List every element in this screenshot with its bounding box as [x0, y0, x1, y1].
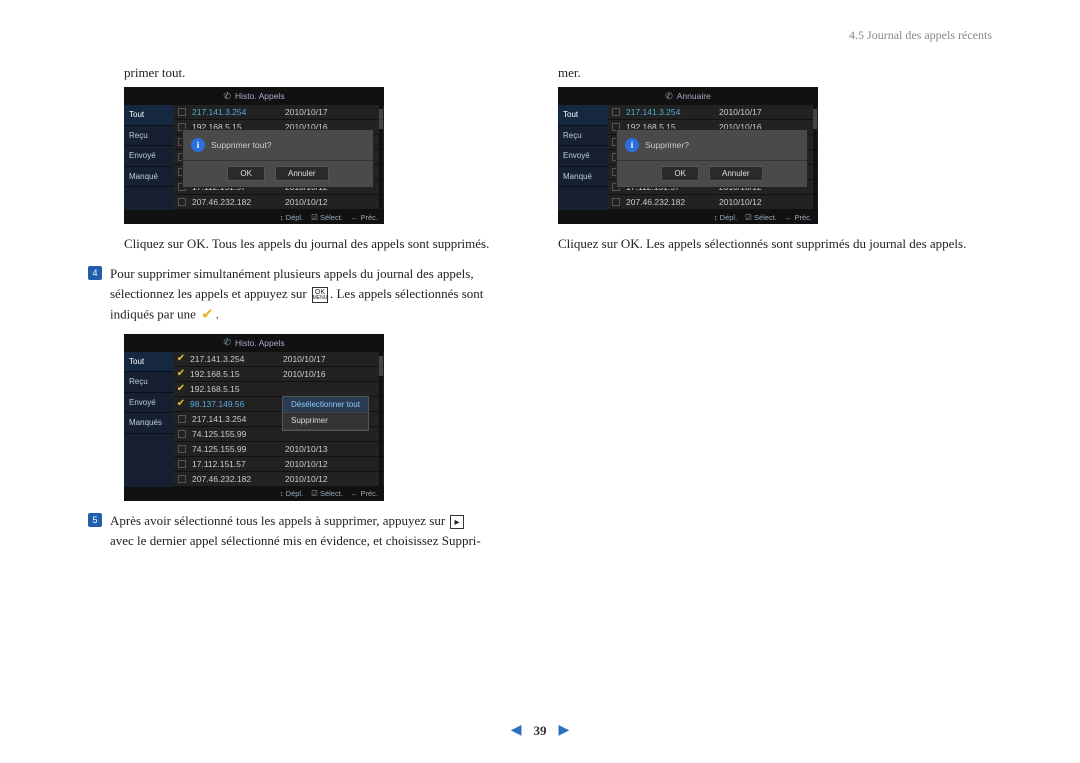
- device-screenshot-confirm-delete: ✆Annuaire Tout Reçu Envoyé Manqué 217.14…: [558, 87, 818, 224]
- caption-delete-selected: Cliquez sur OK. Les appels sélectionnés …: [558, 234, 992, 254]
- menu-delete[interactable]: Supprimer: [283, 413, 368, 430]
- ok-button[interactable]: OK: [661, 166, 699, 181]
- next-page-icon[interactable]: ▶: [559, 722, 570, 739]
- phone-icon: ✆: [223, 91, 231, 102]
- check-icon: ✔: [201, 307, 214, 323]
- info-icon: i: [625, 138, 639, 152]
- step-number-5: 5: [88, 513, 102, 527]
- dialog-message: Supprimer tout?: [211, 140, 271, 150]
- tab-recu[interactable]: Reçu: [124, 372, 174, 393]
- phone-icon: ✆: [223, 337, 231, 348]
- step-5: 5 Après avoir sélectionné tous les appel…: [88, 511, 522, 551]
- device-title: Annuaire: [677, 91, 711, 101]
- tab-recu[interactable]: Reçu: [558, 126, 608, 147]
- tab-recu[interactable]: Reçu: [124, 126, 174, 147]
- step-number-4: 4: [88, 266, 102, 280]
- cancel-button[interactable]: Annuler: [709, 166, 763, 181]
- ok-menu-key-icon: OKMENU: [312, 287, 328, 303]
- page-number: 39: [534, 723, 547, 739]
- page-nav: ◀ 39 ▶: [0, 722, 1080, 739]
- tab-manque[interactable]: Manqué: [124, 167, 174, 188]
- ok-button[interactable]: OK: [227, 166, 265, 181]
- right-key-icon: [450, 515, 464, 529]
- prev-page-icon[interactable]: ◀: [511, 722, 522, 739]
- dialog-message: Supprimer?: [645, 140, 689, 150]
- device-title: Histo. Appels: [235, 338, 285, 348]
- device-tabs: Tout Reçu Envoyé Manqué: [124, 105, 174, 210]
- confirm-delete-dialog: i Supprimer? OK Annuler: [616, 129, 808, 188]
- intro-continued-left: primer tout.: [124, 65, 522, 81]
- tab-envoye[interactable]: Envoyé: [558, 146, 608, 167]
- step-4: 4 Pour supprimer simultanément plusieurs…: [88, 264, 522, 328]
- caption-delete-all: Cliquez sur OK. Tous les appels du journ…: [124, 234, 522, 254]
- tab-tout[interactable]: Tout: [124, 352, 174, 373]
- tab-envoye[interactable]: Envoyé: [124, 393, 174, 414]
- context-menu: Désélectionner tout Supprimer: [282, 396, 369, 431]
- intro-continued-right: mer.: [558, 65, 992, 81]
- tab-manque[interactable]: Manqué: [558, 167, 608, 188]
- cancel-button[interactable]: Annuler: [275, 166, 329, 181]
- tab-manques[interactable]: Manqués: [124, 413, 174, 434]
- confirm-delete-all-dialog: i Supprimer tout? OK Annuler: [182, 129, 374, 188]
- section-header: 4.5 Journal des appels récents: [88, 28, 992, 43]
- device-screenshot-delete-all: ✆Histo. Appels Tout Reçu Envoyé Manqué 2…: [124, 87, 384, 224]
- device-screenshot-multiselect: ✆Histo. Appels Tout Reçu Envoyé Manqués …: [124, 334, 384, 501]
- tab-tout[interactable]: Tout: [124, 105, 174, 126]
- tab-tout[interactable]: Tout: [558, 105, 608, 126]
- device-title: Histo. Appels: [235, 91, 285, 101]
- info-icon: i: [191, 138, 205, 152]
- phone-icon: ✆: [665, 91, 673, 102]
- menu-deselect-all[interactable]: Désélectionner tout: [283, 397, 368, 414]
- tab-envoye[interactable]: Envoyé: [124, 146, 174, 167]
- device-foot-hints: ↕ Dépl.☑ Sélect.← Préc.: [124, 210, 384, 224]
